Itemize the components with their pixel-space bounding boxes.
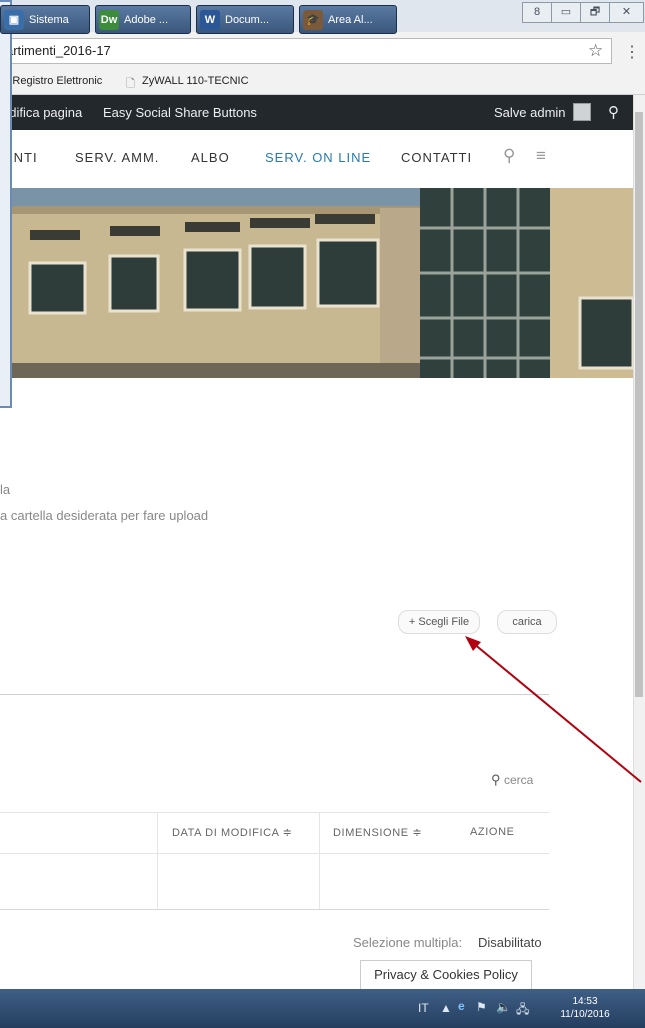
column-header-size[interactable]: DIMENSIONE ≑ bbox=[333, 826, 422, 839]
page-icon: 🗋 bbox=[126, 78, 135, 90]
multi-select-value[interactable]: Disabilitato bbox=[478, 935, 542, 950]
admin-social-share[interactable]: Easy Social Share Buttons bbox=[103, 105, 257, 120]
nav-search-icon[interactable]: ⚲ bbox=[503, 146, 516, 166]
instruction-line-1: la bbox=[0, 482, 11, 497]
url-text: artimenti_2016-17 bbox=[6, 43, 111, 58]
bookmark-zywall[interactable]: ZyWALL 110-TECNIC bbox=[142, 75, 249, 87]
word-icon: W bbox=[200, 10, 220, 31]
browser-menu-icon[interactable]: ⋮ bbox=[624, 42, 640, 62]
task-dreamweaver[interactable]: Dw Adobe ... bbox=[95, 5, 191, 34]
header-banner-image bbox=[0, 188, 633, 378]
task-area[interactable]: 🎓 Area Al... bbox=[299, 5, 397, 34]
taskbar bbox=[0, 989, 645, 1028]
task-sistema[interactable]: ▣ Sistema bbox=[0, 5, 90, 34]
table-top-border bbox=[0, 812, 549, 813]
annotation-arrow bbox=[465, 636, 642, 783]
bookmark-registro[interactable]: E Registro Elettronic bbox=[2, 75, 102, 87]
table-col-divider-2 bbox=[319, 812, 320, 909]
admin-search-icon[interactable]: ⚲ bbox=[608, 103, 619, 121]
avatar[interactable] bbox=[573, 103, 591, 121]
instruction-line-2: a cartella desiderata per fare upload bbox=[0, 508, 209, 523]
admin-greeting[interactable]: Salve admin bbox=[494, 105, 566, 120]
graduation-icon: 🎓 bbox=[303, 10, 323, 31]
bookmarks-bar: E Registro Elettronic 🗋 ZyWALL 110-TECNI… bbox=[0, 70, 645, 95]
nav-item-contatti[interactable]: CONTATTI bbox=[401, 150, 472, 165]
table-header-border bbox=[0, 853, 549, 854]
bookmark-star-icon[interactable]: ☆ bbox=[588, 41, 603, 61]
restore-button[interactable]: 🗗 bbox=[580, 2, 610, 23]
overlay-window-edge bbox=[0, 0, 12, 408]
nav-menu-icon[interactable]: ≡ bbox=[536, 146, 547, 166]
column-header-modified[interactable]: DATA DI MODIFICA ≑ bbox=[172, 826, 292, 839]
nav-item-serv-amm[interactable]: SERV. AMM. bbox=[75, 150, 159, 165]
table-col-divider-1 bbox=[157, 812, 158, 909]
nav-item-serv-online[interactable]: SERV. ON LINE bbox=[265, 150, 371, 165]
nav-item-albo[interactable]: ALBO bbox=[191, 150, 230, 165]
language-indicator[interactable]: IT bbox=[418, 1001, 429, 1015]
close-button[interactable]: ✕ bbox=[609, 2, 644, 23]
admin-edit-page[interactable]: odifica pagina bbox=[2, 105, 82, 120]
column-header-action: AZIONE bbox=[470, 826, 515, 838]
network-icon[interactable]: 🖧 bbox=[516, 1000, 529, 1021]
admin-bar: odifica pagina Easy Social Share Buttons… bbox=[0, 95, 633, 130]
tray-expand-icon[interactable]: ▲ bbox=[440, 1001, 452, 1015]
flag-icon[interactable]: ⚑ bbox=[476, 1000, 487, 1014]
task-word[interactable]: W Docum... bbox=[196, 5, 294, 34]
page-scrollbar-thumb[interactable] bbox=[635, 112, 643, 697]
system-icon: ▣ bbox=[4, 10, 24, 31]
table-bottom-border bbox=[0, 909, 549, 910]
multi-select-label: Selezione multipla: bbox=[353, 935, 463, 950]
user-icon[interactable]: 8 bbox=[522, 2, 552, 23]
ie-icon[interactable]: e bbox=[458, 999, 465, 1013]
main-nav: ENTI SERV. AMM. ALBO SERV. ON LINE CONTA… bbox=[0, 130, 633, 188]
volume-icon[interactable]: 🔈 bbox=[496, 1000, 511, 1014]
clock[interactable]: 14:53 11/10/2016 bbox=[560, 995, 610, 1021]
dreamweaver-icon: Dw bbox=[99, 10, 119, 31]
minimize-button[interactable]: ▭ bbox=[551, 2, 581, 23]
url-input[interactable]: artimenti_2016-17 ☆ bbox=[0, 38, 612, 64]
building-photo bbox=[0, 188, 633, 378]
privacy-policy-button[interactable]: Privacy & Cookies Policy bbox=[360, 960, 532, 990]
